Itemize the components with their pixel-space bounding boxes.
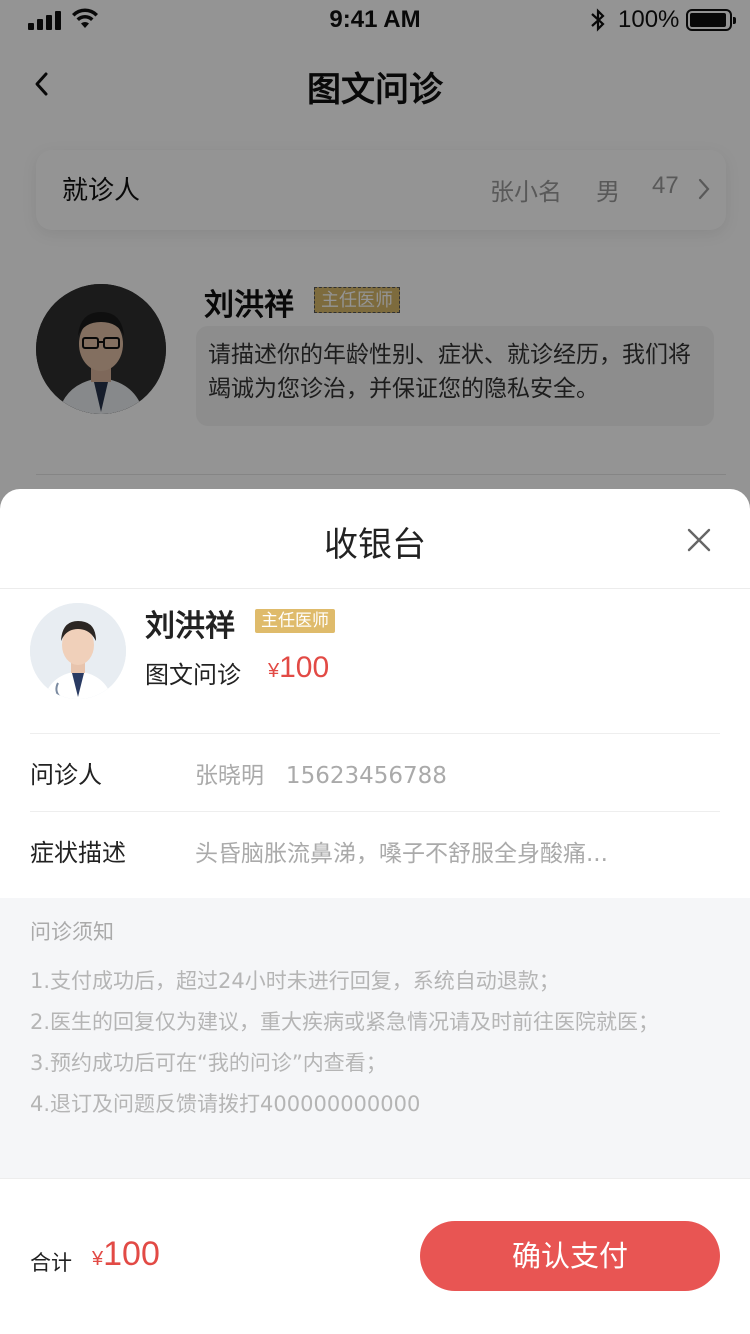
notice-item: 4.退订及问题反馈请拨打400000000000 <box>30 1092 421 1116</box>
service-price: ¥100 <box>268 651 329 685</box>
patient-row-value: 张晓明 15623456788 <box>195 763 447 789</box>
notice-title: 问诊须知 <box>30 920 114 944</box>
sheet-header: 收银台 <box>0 489 750 589</box>
symptom-row-value: 头昏脑胀流鼻涕，嗓子不舒服全身酸痛... <box>195 841 608 867</box>
total-label: 合计 <box>30 1251 72 1275</box>
doctor-avatar <box>30 603 126 699</box>
service-price-amount: 100 <box>279 651 330 684</box>
close-icon[interactable] <box>684 525 714 555</box>
notice-item: 1.支付成功后，超过24小时未进行回复，系统自动退款； <box>30 969 560 993</box>
total-price-currency: ¥ <box>92 1248 104 1270</box>
service-price-currency: ¥ <box>268 660 280 682</box>
confirm-pay-button[interactable]: 确认支付 <box>420 1221 720 1291</box>
consult-notice: 问诊须知 1.支付成功后，超过24小时未进行回复，系统自动退款； 2.医生的回复… <box>0 898 750 1178</box>
divider <box>30 811 720 812</box>
notice-item: 2.医生的回复仅为建议，重大疾病或紧急情况请及时前往医院就医； <box>30 1010 660 1034</box>
symptom-row-label: 症状描述 <box>30 839 126 867</box>
total-price: ¥100 <box>92 1235 160 1274</box>
sheet-title: 收银台 <box>324 525 426 565</box>
divider <box>30 733 720 734</box>
patient-row-label: 问诊人 <box>30 761 102 789</box>
checkout-sheet: 收银台 刘洪祥 主任医师 图文问诊 ¥100 问诊人 张晓明 156234567… <box>0 489 750 1334</box>
sheet-doctor-name: 刘洪祥 <box>145 609 235 644</box>
notice-item: 3.预约成功后可在“我的问诊”内查看； <box>30 1051 387 1075</box>
sheet-doctor-title-badge: 主任医师 <box>255 609 335 633</box>
service-name: 图文问诊 <box>145 661 241 689</box>
total-price-amount: 100 <box>103 1235 160 1273</box>
checkout-footer: 合计 ¥100 确认支付 <box>0 1178 750 1334</box>
